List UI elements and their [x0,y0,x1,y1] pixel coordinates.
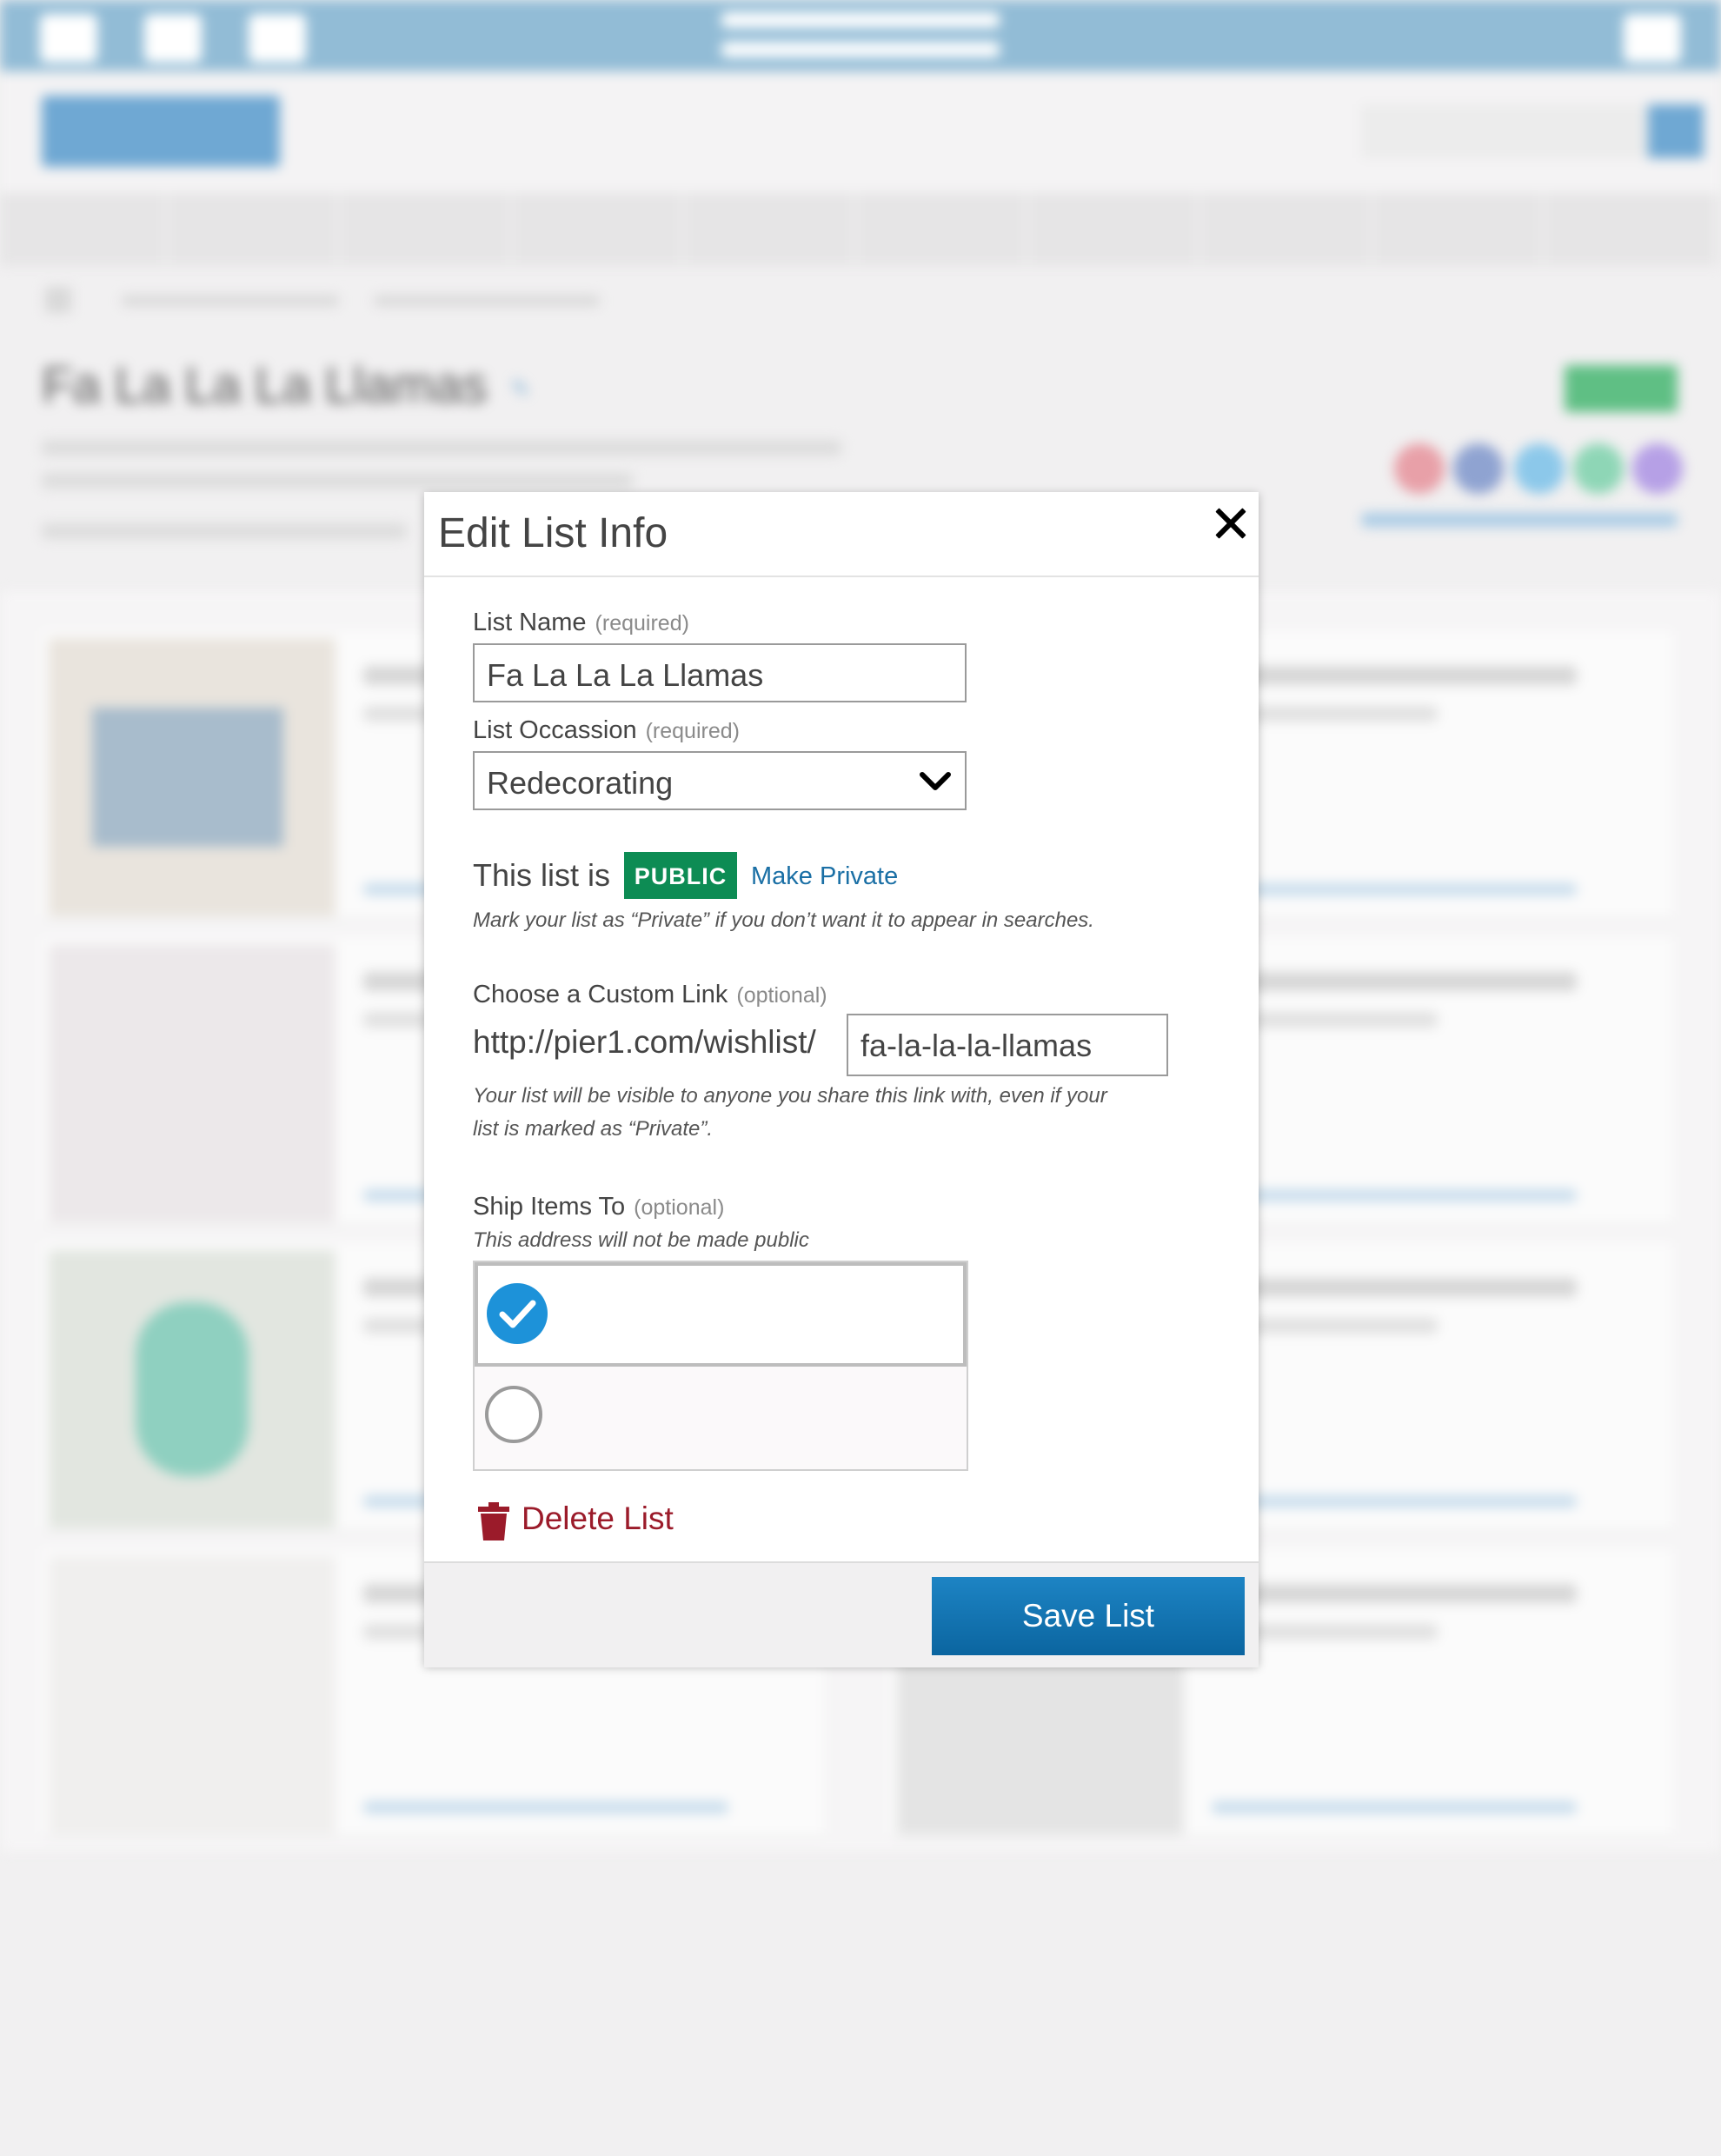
top-bar [0,0,1721,71]
delete-list-label: Delete List [522,1501,674,1536]
ship-to-hint: (optional) [634,1195,725,1220]
twitter-icon [1514,443,1565,494]
share-icon [1632,443,1683,494]
address-option[interactable] [475,1367,967,1469]
list-occasion-select[interactable]: Redecorating [473,751,967,810]
category-nav [0,193,1721,266]
list-occasion-label: List Occassion (required) [473,716,740,745]
custom-link-note-line-1: Your list will be visible to anyone you … [473,1084,1107,1108]
page-title: Fa La La La Llamas [42,357,488,414]
custom-link-hint: (optional) [736,983,827,1008]
edit-list-info-link: ✎ [511,376,530,402]
site-search-input [1361,104,1648,158]
list-name-input[interactable]: Fa La La La Llamas [473,643,967,702]
save-list-button[interactable]: Save List [932,1577,1245,1655]
make-private-link[interactable]: Make Private [751,862,898,891]
facebook-icon [1453,443,1504,494]
list-name-label-text: List Name [473,609,587,636]
breadcrumb [122,296,339,306]
custom-link-input[interactable]: fa-la-la-la-llamas [847,1014,1168,1076]
custom-share-link [1361,513,1678,527]
privacy-prefix: This list is [473,857,611,893]
home-icon [45,287,71,313]
modal-header: Edit List Info [424,492,1259,577]
address-option-selected[interactable] [475,1262,967,1367]
store-icon [249,14,306,63]
account-icon [144,14,202,63]
close-button[interactable] [1210,502,1250,542]
address-options [473,1261,968,1471]
list-name-hint: (required) [595,611,689,635]
list-description [42,473,633,489]
ship-to-label-text: Ship Items To [473,1193,626,1221]
email-icon [1573,443,1624,494]
menu-icon [40,14,97,63]
list-description [42,440,841,456]
list-occasion-label-text: List Occassion [473,716,637,744]
custom-link-note-line-2: list is marked as “Private”. [473,1117,714,1141]
custom-link-label: Choose a Custom Link (optional) [473,981,827,1009]
edit-list-info-modal: Edit List Info List Name (required) Fa La… [424,492,1259,1667]
list-occasion-hint: (required) [645,719,740,743]
ship-to-note: This address will not be made public [473,1228,809,1252]
pinterest-icon [1394,443,1445,494]
custom-link-prefix: http://pier1.com/wishlist/ [473,1024,816,1060]
ship-to-summary [42,523,407,539]
breadcrumb [374,296,600,306]
site-logo [42,96,280,167]
ship-to-label: Ship Items To (optional) [473,1193,724,1221]
privacy-note: Mark your list as “Private” if you don’t… [473,908,1094,932]
list-occasion-value: Redecorating [487,765,674,801]
status-badge [1565,365,1678,412]
modal-footer: Save List [424,1561,1259,1667]
status-badge: PUBLIC [624,852,737,899]
custom-link-label-text: Choose a Custom Link [473,981,728,1008]
cart-icon [1624,14,1681,63]
list-name-label: List Name (required) [473,609,689,637]
promo-line-2 [721,42,1000,57]
promo-line-1 [721,12,1000,28]
site-search-button [1648,104,1704,158]
modal-title: Edit List Info [438,510,668,556]
radio-icon [485,1386,542,1443]
checkmark-icon [487,1283,548,1344]
trash-icon [478,1502,509,1540]
chevron-down-icon [920,772,951,790]
